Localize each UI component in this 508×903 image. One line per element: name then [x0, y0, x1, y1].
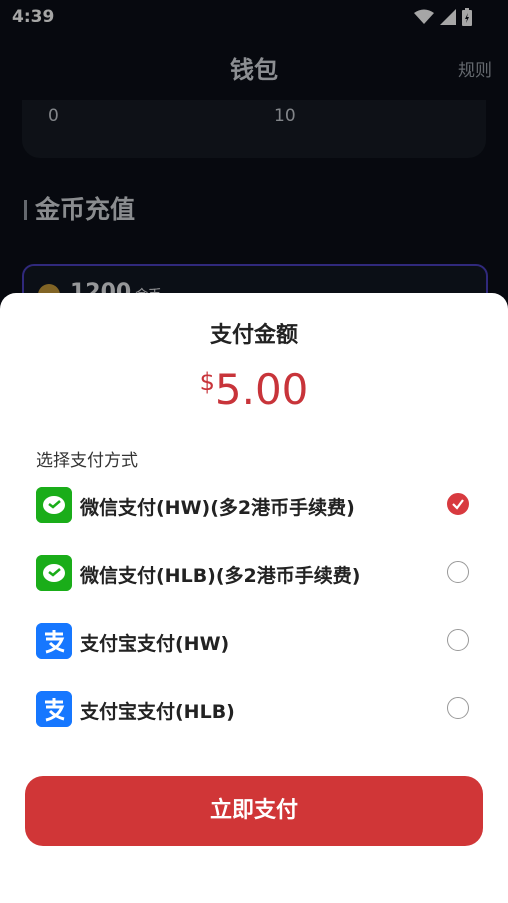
- pay-option-wechat-hw[interactable]: 微信支付(HW)(多2港币手续费): [0, 475, 508, 535]
- pay-option-wechat-hlb[interactable]: 微信支付(HLB)(多2港币手续费): [0, 543, 508, 603]
- pay-option-alipay-hlb[interactable]: 支付宝支付(HLB): [0, 679, 508, 739]
- radio-checked[interactable]: [447, 493, 469, 515]
- amount-value: 5.00: [214, 365, 309, 414]
- radio-unchecked[interactable]: [447, 697, 469, 719]
- radio-unchecked[interactable]: [447, 561, 469, 583]
- wechat-pay-icon: [36, 555, 72, 591]
- pay-option-label: 支付宝支付(HLB): [80, 701, 235, 723]
- choose-method-label: 选择支付方式: [36, 451, 138, 471]
- check-icon: [451, 498, 464, 510]
- pay-option-label: 微信支付(HW)(多2港币手续费): [80, 497, 355, 519]
- pay-now-button[interactable]: 立即支付: [25, 776, 483, 846]
- sheet-title: 支付金额: [209, 323, 298, 348]
- alipay-icon: [36, 691, 72, 727]
- pay-option-label: 微信支付(HLB)(多2港币手续费): [80, 565, 361, 587]
- alipay-icon: [36, 623, 72, 659]
- pay-option-alipay-hw[interactable]: 支付宝支付(HW): [0, 611, 508, 671]
- payment-amount: $5.00: [0, 365, 508, 414]
- radio-unchecked[interactable]: [447, 629, 469, 651]
- wechat-pay-icon: [36, 487, 72, 523]
- payment-sheet: 支付金额 $5.00 选择支付方式 微信支付(HW)(多2港币手续费) 微信支付…: [0, 293, 508, 903]
- currency-symbol: $: [199, 368, 215, 396]
- pay-option-label: 支付宝支付(HW): [80, 633, 230, 655]
